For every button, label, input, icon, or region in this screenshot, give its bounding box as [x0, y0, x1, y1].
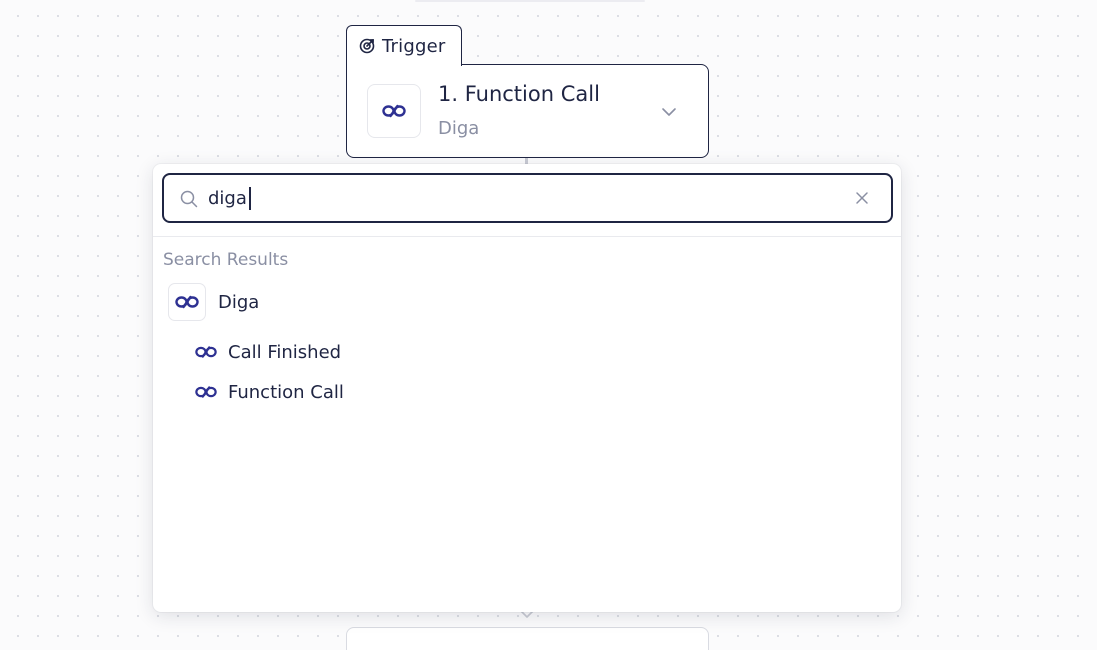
step-app-name: Diga: [438, 118, 480, 139]
result-app-logo: [168, 283, 206, 321]
popup-divider: [153, 236, 901, 237]
canvas-top-bar: [415, 0, 645, 2]
result-item-label: Call Finished: [228, 341, 342, 363]
app-search-popup: Search Results Diga Call Finished: [153, 164, 901, 612]
trigger-label: Trigger: [382, 35, 446, 57]
next-step-card[interactable]: [346, 627, 709, 650]
result-app-name: Diga: [218, 291, 260, 313]
text-caret: [249, 187, 251, 210]
result-item-call-finished[interactable]: Call Finished: [195, 339, 341, 365]
result-item-label: Function Call: [228, 381, 344, 403]
close-icon[interactable]: [854, 190, 870, 206]
diga-logo-icon: [175, 295, 199, 309]
chevron-down-icon[interactable]: [660, 103, 678, 121]
result-app-diga[interactable]: Diga: [168, 282, 259, 322]
search-results-heading: Search Results: [163, 250, 289, 270]
search-input[interactable]: [208, 184, 808, 212]
trigger-tab: Trigger: [346, 25, 462, 66]
step-title: 1. Function Call: [438, 82, 600, 106]
search-box: [162, 173, 893, 223]
diga-logo-icon: [195, 345, 217, 359]
target-icon: [359, 38, 375, 54]
diga-logo-icon: [195, 385, 217, 399]
result-item-function-call[interactable]: Function Call: [195, 379, 344, 405]
diga-logo-icon: [382, 104, 406, 118]
step-card[interactable]: 1. Function Call Diga: [346, 64, 709, 158]
search-icon: [180, 190, 198, 208]
step-app-logo: [367, 84, 421, 138]
